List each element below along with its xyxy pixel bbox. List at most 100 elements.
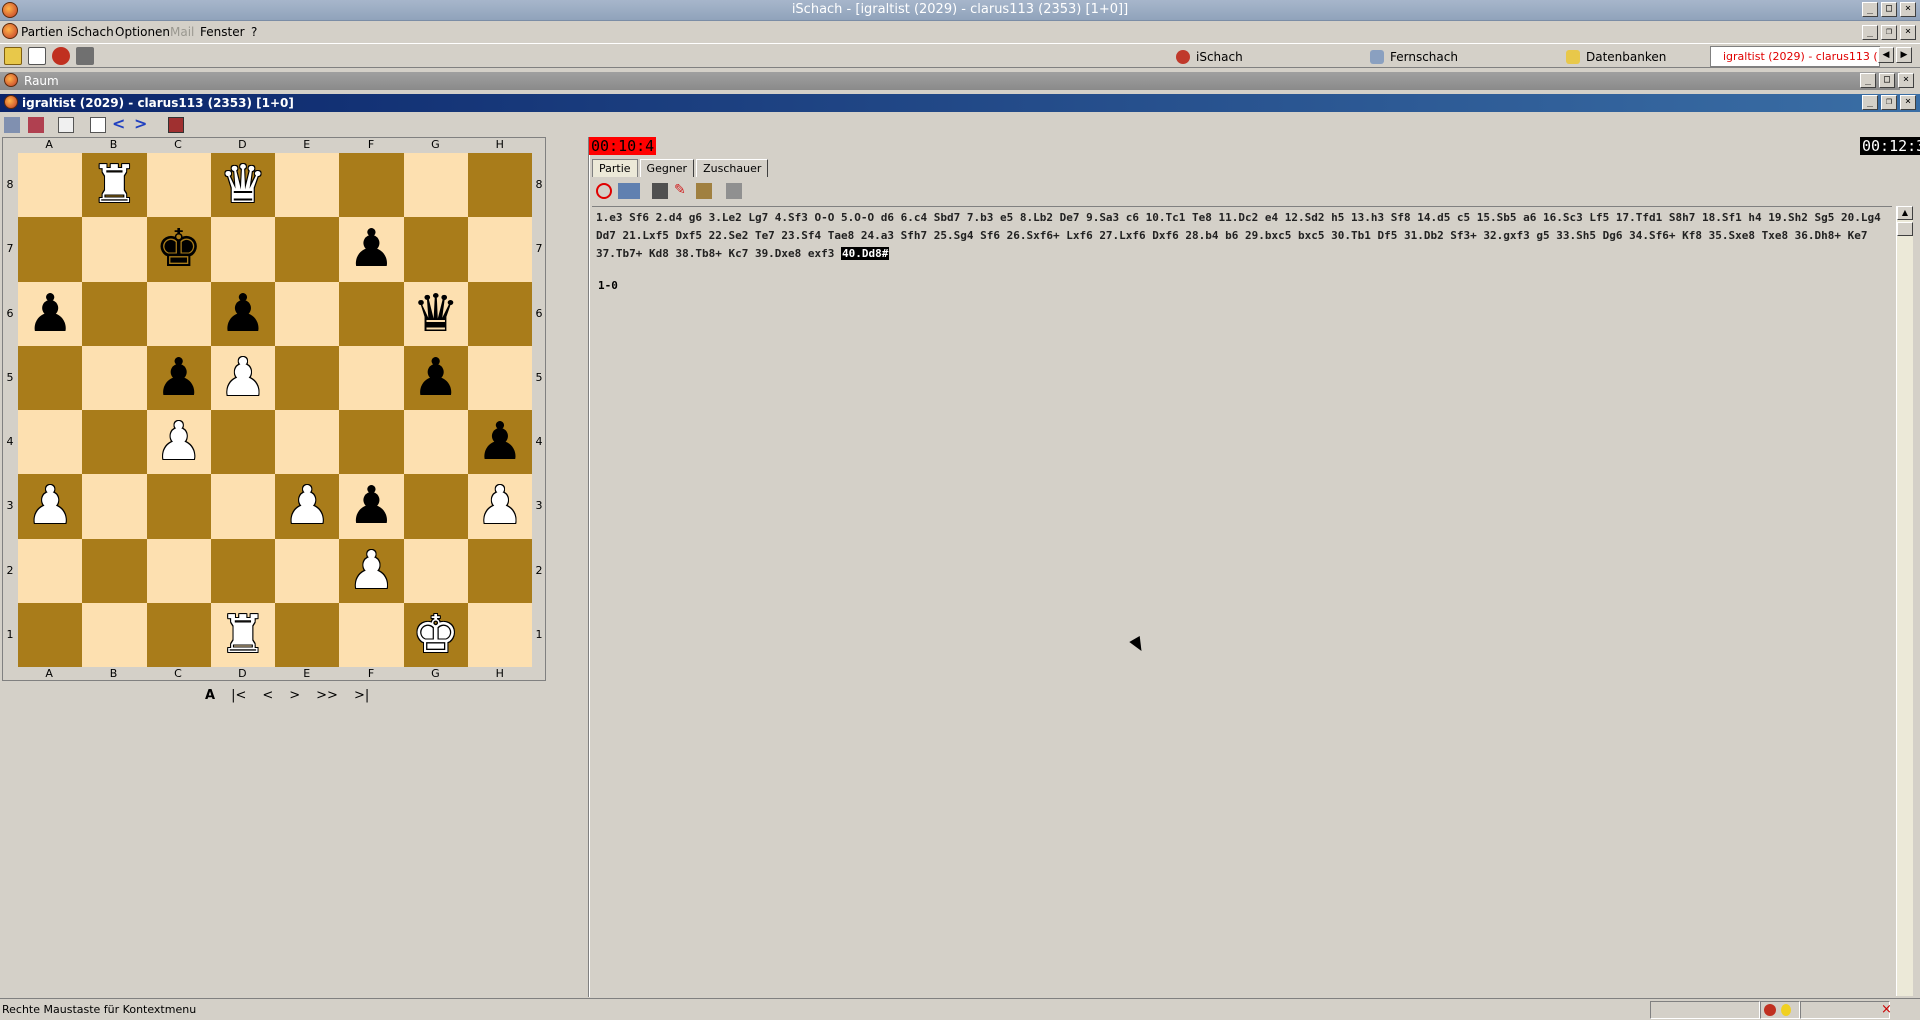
square-b4[interactable]	[82, 410, 147, 475]
square-d4[interactable]	[210, 410, 275, 475]
square-f6[interactable]	[339, 281, 404, 346]
white-pawn-icon[interactable]: ♟	[284, 480, 331, 532]
square-h8[interactable]	[467, 153, 532, 218]
square-h6[interactable]	[467, 281, 532, 346]
white-queen-icon[interactable]: ♛	[220, 159, 267, 211]
square-g6[interactable]: ♛	[403, 281, 468, 346]
nav-analyze-button[interactable]: A	[205, 688, 215, 703]
tab-gegner[interactable]: Gegner	[639, 159, 695, 177]
square-e6[interactable]	[275, 281, 340, 346]
square-a8[interactable]	[18, 153, 83, 218]
room-minimize-button[interactable]: _	[1860, 73, 1876, 88]
game-minimize-button[interactable]: _	[1862, 95, 1878, 110]
square-b2[interactable]	[82, 538, 147, 603]
square-b3[interactable]	[82, 474, 147, 539]
settings-icon[interactable]	[76, 47, 94, 65]
square-d8[interactable]: ♛	[210, 153, 275, 218]
menu-help[interactable]: ?	[251, 25, 257, 39]
square-b6[interactable]	[82, 281, 147, 346]
square-h5[interactable]	[467, 345, 532, 410]
back-arrow-icon[interactable]: <	[112, 116, 128, 133]
square-d1[interactable]: ♜	[210, 602, 275, 667]
black-pawn-icon[interactable]: ♟	[155, 352, 202, 404]
square-a1[interactable]	[18, 602, 83, 667]
chess-board[interactable]: ♜ ♛ ♚ ♟ ♟ ♟ ♛ ♟ ♟ ♟ ♟ ♟ ♟ ♟ ♟ ♟ ♟ ♜ ♚	[18, 153, 532, 667]
flip-board-icon[interactable]	[28, 117, 44, 133]
room-close-button[interactable]: ×	[1898, 73, 1914, 88]
square-e5[interactable]	[275, 345, 340, 410]
square-g7[interactable]	[403, 217, 468, 282]
square-d2[interactable]	[210, 538, 275, 603]
square-a6[interactable]: ♟	[18, 281, 83, 346]
child-close-button[interactable]: ×	[1900, 25, 1916, 40]
game-window-bar[interactable]: igraltist (2029) - clarus113 (2353) [1+0…	[0, 94, 1920, 112]
tab-scroll-right-button[interactable]: ▶	[1896, 47, 1912, 63]
forward-arrow-icon[interactable]: >	[134, 116, 150, 133]
notation-scrollbar[interactable]: ▲	[1896, 206, 1913, 996]
child-minimize-button[interactable]: _	[1862, 25, 1878, 40]
task-tab-game[interactable]: igraltist (2029) - clarus113 (235	[1710, 46, 1880, 67]
task-tab-datenbanken[interactable]: Datenbanken	[1560, 46, 1710, 67]
white-pawn-icon[interactable]: ♟	[27, 480, 74, 532]
square-e7[interactable]	[275, 217, 340, 282]
black-queen-icon[interactable]: ♛	[412, 288, 459, 340]
square-e2[interactable]	[275, 538, 340, 603]
square-h3[interactable]: ♟	[467, 474, 532, 539]
task-tab-fernschach[interactable]: Fernschach	[1364, 46, 1514, 67]
square-d7[interactable]	[210, 217, 275, 282]
black-pawn-icon[interactable]: ♟	[477, 416, 524, 468]
minimize-button[interactable]: _	[1862, 2, 1878, 17]
square-g3[interactable]	[403, 474, 468, 539]
square-a2[interactable]	[18, 538, 83, 603]
scroll-thumb[interactable]	[1897, 222, 1913, 236]
game-restore-button[interactable]: ❐	[1881, 95, 1897, 110]
square-e1[interactable]	[275, 602, 340, 667]
square-b1[interactable]	[82, 602, 147, 667]
room-maximize-button[interactable]: □	[1879, 73, 1895, 88]
square-d6[interactable]: ♟	[210, 281, 275, 346]
notation-icon[interactable]	[58, 117, 74, 133]
square-g4[interactable]	[403, 410, 468, 475]
square-f3[interactable]: ♟	[339, 474, 404, 539]
square-c3[interactable]	[146, 474, 211, 539]
open-folder-icon[interactable]	[4, 47, 22, 65]
square-e8[interactable]	[275, 153, 340, 218]
square-f4[interactable]	[339, 410, 404, 475]
engine-icon[interactable]	[168, 117, 184, 133]
black-pawn-icon[interactable]: ♟	[348, 223, 395, 275]
new-game-icon[interactable]	[90, 117, 106, 133]
white-king-icon[interactable]: ♚	[412, 609, 459, 661]
nav-first-button[interactable]: |<	[231, 688, 246, 703]
square-b5[interactable]	[82, 345, 147, 410]
pin-icon[interactable]: ✎	[674, 183, 690, 199]
square-f1[interactable]	[339, 602, 404, 667]
scroll-up-button[interactable]: ▲	[1897, 206, 1913, 220]
print-icon[interactable]	[726, 183, 742, 199]
square-f7[interactable]: ♟	[339, 217, 404, 282]
connect-icon[interactable]	[52, 47, 70, 65]
square-f8[interactable]	[339, 153, 404, 218]
maximize-button[interactable]: □	[1881, 2, 1897, 17]
square-g5[interactable]: ♟	[403, 345, 468, 410]
square-f5[interactable]	[339, 345, 404, 410]
white-pawn-icon[interactable]: ♟	[220, 352, 267, 404]
app-menu-icon[interactable]	[2, 23, 18, 39]
square-c6[interactable]	[146, 281, 211, 346]
send-dropdown-icon[interactable]	[618, 183, 640, 199]
square-h7[interactable]	[467, 217, 532, 282]
square-a7[interactable]	[18, 217, 83, 282]
white-pawn-icon[interactable]: ♟	[477, 480, 524, 532]
square-g8[interactable]	[403, 153, 468, 218]
nav-prev-button[interactable]: <	[262, 688, 273, 703]
nav-fast-forward-button[interactable]: >>	[316, 688, 338, 703]
close-button[interactable]: ×	[1900, 2, 1916, 17]
square-c7[interactable]: ♚	[146, 217, 211, 282]
stop-icon[interactable]	[596, 183, 612, 199]
square-c8[interactable]	[146, 153, 211, 218]
tab-partie[interactable]: Partie	[592, 159, 638, 177]
tab-zuschauer[interactable]: Zuschauer	[696, 159, 769, 177]
black-pawn-icon[interactable]: ♟	[220, 288, 267, 340]
menu-fenster[interactable]: Fenster	[200, 25, 245, 39]
child-restore-button[interactable]: ❐	[1881, 25, 1897, 40]
white-rook-icon[interactable]: ♜	[91, 159, 138, 211]
